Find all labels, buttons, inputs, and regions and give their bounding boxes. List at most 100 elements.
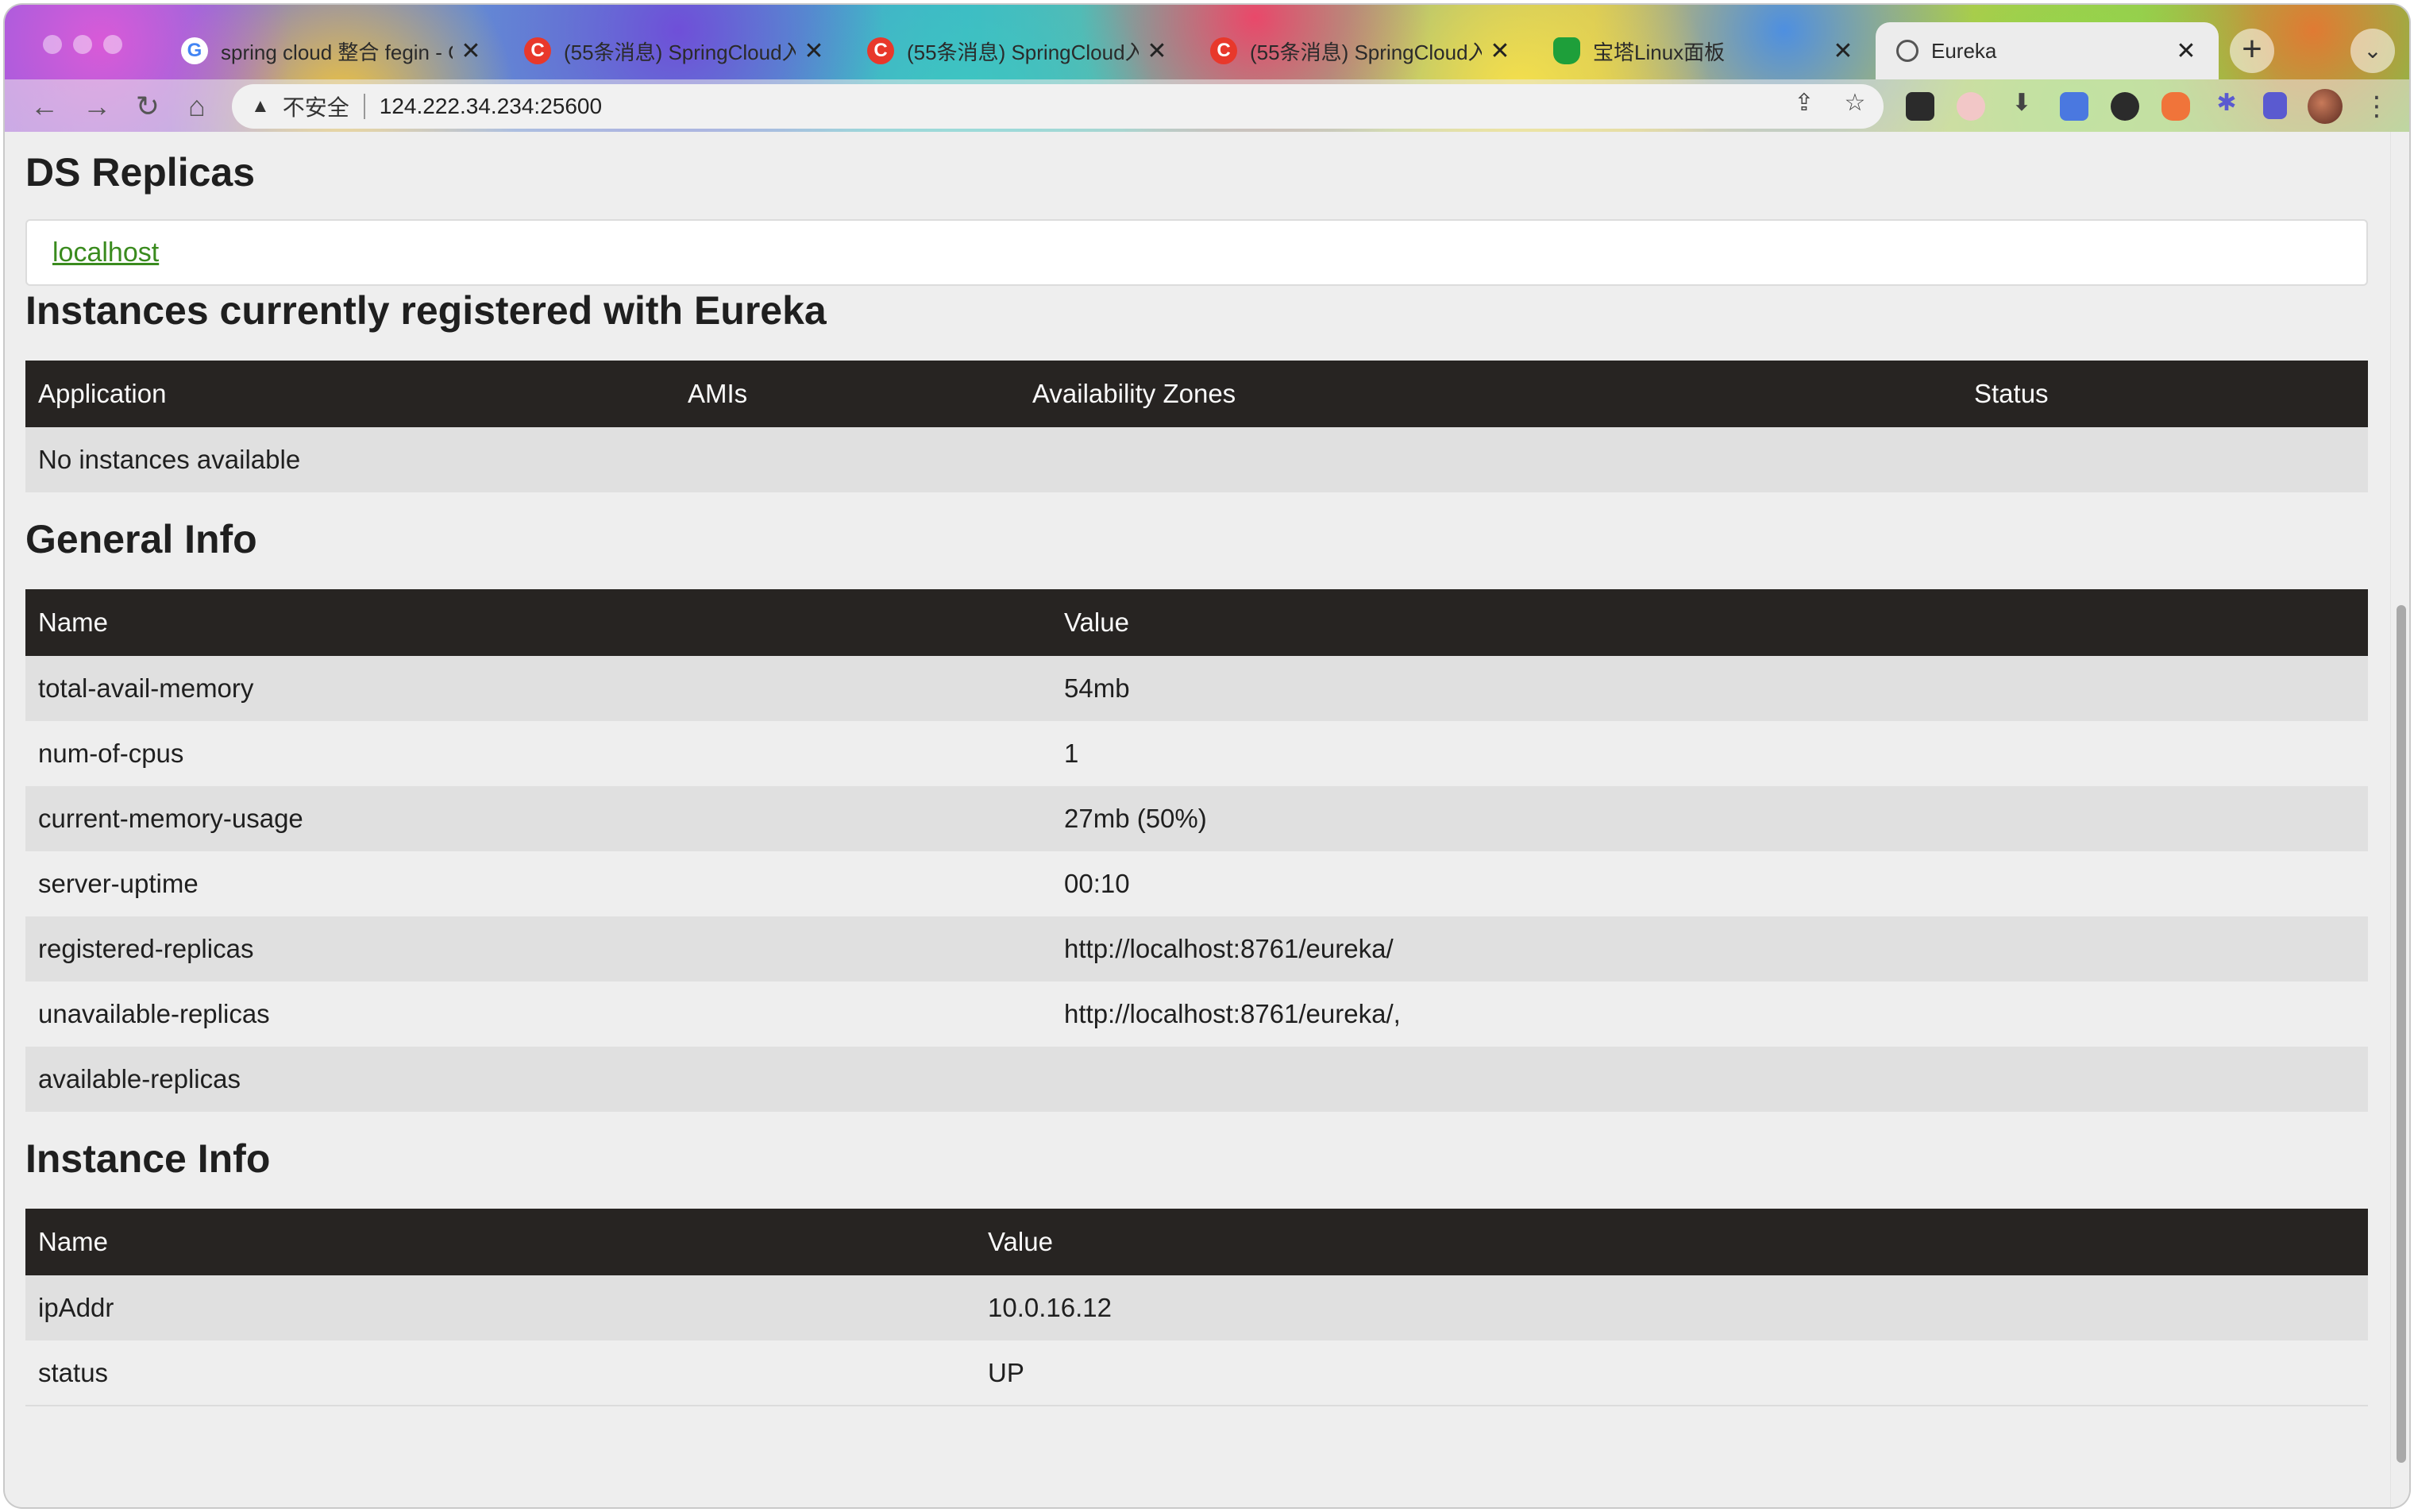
avatar[interactable] xyxy=(2308,89,2343,124)
browser-tab-active[interactable]: Eureka ✕ xyxy=(1876,22,2219,79)
info-name: ipAddr xyxy=(25,1275,975,1340)
table-row: status UP xyxy=(25,1340,2368,1406)
replica-link[interactable]: localhost xyxy=(52,237,159,268)
csdn-icon: C xyxy=(867,37,894,64)
info-name: registered-replicas xyxy=(25,916,1051,982)
info-name: total-avail-memory xyxy=(25,656,1051,721)
table-row: current-memory-usage 27mb (50%) xyxy=(25,786,2368,851)
browser-tab[interactable]: C (55条消息) SpringCloud入门 ✕ xyxy=(846,22,1190,79)
column-header: Value xyxy=(975,1209,2368,1275)
close-tab-icon[interactable]: ✕ xyxy=(1831,37,1855,65)
address-bar[interactable]: ▲ 不安全 124.222.34.234:25600 xyxy=(232,84,1884,129)
column-header: AMIs xyxy=(675,361,1020,427)
side-panel-icon[interactable] xyxy=(2263,92,2287,119)
browser-tab[interactable]: C (55条消息) SpringCloud入门 ✕ xyxy=(503,22,846,79)
csdn-icon: C xyxy=(1210,37,1237,64)
forward-arrow-icon[interactable]: → xyxy=(76,86,118,127)
info-value: http://localhost:8761/eureka/ xyxy=(1051,916,2368,982)
extension-icon[interactable] xyxy=(1906,92,1934,121)
new-tab-button[interactable]: + xyxy=(2230,29,2274,73)
info-value: 00:10 xyxy=(1051,851,2368,916)
empty-message: No instances available xyxy=(25,427,2368,492)
ds-replicas-list: localhost xyxy=(25,219,2368,286)
reload-icon[interactable]: ↻ xyxy=(127,86,168,127)
info-name: available-replicas xyxy=(25,1047,1051,1112)
table-row: unavailable-replicas http://localhost:87… xyxy=(25,982,2368,1047)
table-header-row: Name Value xyxy=(25,589,2368,656)
warning-icon: ▲ xyxy=(251,95,270,117)
security-label: 不安全 xyxy=(282,95,349,120)
scrollbar-thumb[interactable] xyxy=(2397,605,2406,1463)
column-header: Availability Zones xyxy=(1020,361,1961,427)
close-tab-icon[interactable]: ✕ xyxy=(1145,37,1169,65)
minimize-window-button[interactable] xyxy=(73,35,92,54)
home-icon[interactable]: ⌂ xyxy=(176,86,218,127)
info-name: num-of-cpus xyxy=(25,721,1051,786)
translate-icon[interactable] xyxy=(2060,92,2088,121)
close-window-button[interactable] xyxy=(43,35,62,54)
info-value: 1 xyxy=(1051,721,2368,786)
url-text[interactable]: 124.222.34.234:25600 xyxy=(380,94,602,119)
extension-icon[interactable] xyxy=(1957,92,1985,121)
column-header: Application xyxy=(25,361,675,427)
browser-toolbar: ← → ↻ ⌂ ▲ 不安全 124.222.34.234:25600 ⇪ ☆ ⬇… xyxy=(5,79,2409,132)
instance-info-title: Instance Info xyxy=(25,1136,271,1181)
table-row: num-of-cpus 1 xyxy=(25,721,2368,786)
general-info-title: General Info xyxy=(25,517,257,561)
column-header: Name xyxy=(25,589,1051,656)
info-name: status xyxy=(25,1340,975,1406)
share-icon[interactable]: ⇪ xyxy=(1788,87,1820,119)
info-name: current-memory-usage xyxy=(25,786,1051,851)
close-tab-icon[interactable]: ✕ xyxy=(802,37,826,65)
download-icon[interactable]: ⬇ xyxy=(2006,87,2038,119)
table-row: ipAddr 10.0.16.12 xyxy=(25,1275,2368,1340)
page-viewport: DS Replicas localhost Instances currentl… xyxy=(5,132,2390,1507)
table-row: No instances available xyxy=(25,427,2368,492)
info-value: 27mb (50%) xyxy=(1051,786,2368,851)
info-value: 54mb xyxy=(1051,656,2368,721)
back-arrow-icon[interactable]: ← xyxy=(24,86,65,127)
close-tab-icon[interactable]: ✕ xyxy=(2174,37,2198,65)
column-header: Name xyxy=(25,1209,975,1275)
tab-title: Eureka xyxy=(1931,38,1997,63)
close-tab-icon[interactable]: ✕ xyxy=(459,37,483,65)
close-tab-icon[interactable]: ✕ xyxy=(1488,37,1512,65)
divider xyxy=(363,94,365,119)
baota-icon xyxy=(1553,37,1580,64)
table-header-row: Application AMIs Availability Zones Stat… xyxy=(25,361,2368,427)
column-header: Value xyxy=(1051,589,2368,656)
tab-title: spring cloud 整合 fegin - G xyxy=(221,40,453,64)
instances-title: Instances currently registered with Eure… xyxy=(25,288,827,333)
table-row: total-avail-memory 54mb xyxy=(25,656,2368,721)
table-row: available-replicas xyxy=(25,1047,2368,1112)
extension-icon[interactable] xyxy=(2111,92,2139,121)
info-value: 10.0.16.12 xyxy=(975,1275,2368,1340)
extension-icon[interactable] xyxy=(2161,92,2190,121)
tab-title: 宝塔Linux面板 xyxy=(1593,40,1726,64)
table-header-row: Name Value xyxy=(25,1209,2368,1275)
tab-title: (55条消息) SpringCloud入门 xyxy=(907,40,1139,64)
bookmark-star-icon[interactable]: ☆ xyxy=(1839,87,1871,119)
info-value xyxy=(1051,1047,2368,1112)
globe-icon xyxy=(1896,40,1918,62)
table-row: registered-replicas http://localhost:876… xyxy=(25,916,2368,982)
google-icon: G xyxy=(181,37,208,64)
instances-table: Application AMIs Availability Zones Stat… xyxy=(25,361,2368,492)
info-name: unavailable-replicas xyxy=(25,982,1051,1047)
instance-info-table: Name Value ipAddr 10.0.16.12 status UP xyxy=(25,1209,2368,1406)
chevron-down-icon[interactable]: ⌄ xyxy=(2350,29,2395,73)
browser-tab[interactable]: 宝塔Linux面板 ✕ xyxy=(1533,22,1876,79)
browser-window: G spring cloud 整合 fegin - G ✕ C (55条消息) … xyxy=(5,5,2409,1507)
info-value: http://localhost:8761/eureka/, xyxy=(1051,982,2368,1047)
puzzle-extensions-icon[interactable]: ✱ xyxy=(2211,87,2242,119)
browser-tab[interactable]: G spring cloud 整合 fegin - G ✕ xyxy=(160,22,503,79)
ds-replicas-title: DS Replicas xyxy=(25,150,256,195)
maximize-window-button[interactable] xyxy=(103,35,122,54)
vertical-scrollbar[interactable] xyxy=(2390,132,2409,1507)
more-menu-icon[interactable]: ⋮ xyxy=(2363,87,2390,125)
info-value: UP xyxy=(975,1340,2368,1406)
browser-chrome: G spring cloud 整合 fegin - G ✕ C (55条消息) … xyxy=(5,5,2409,132)
browser-tab[interactable]: C (55条消息) SpringCloud入门 ✕ xyxy=(1190,22,1533,79)
column-header: Status xyxy=(1961,361,2368,427)
info-name: server-uptime xyxy=(25,851,1051,916)
